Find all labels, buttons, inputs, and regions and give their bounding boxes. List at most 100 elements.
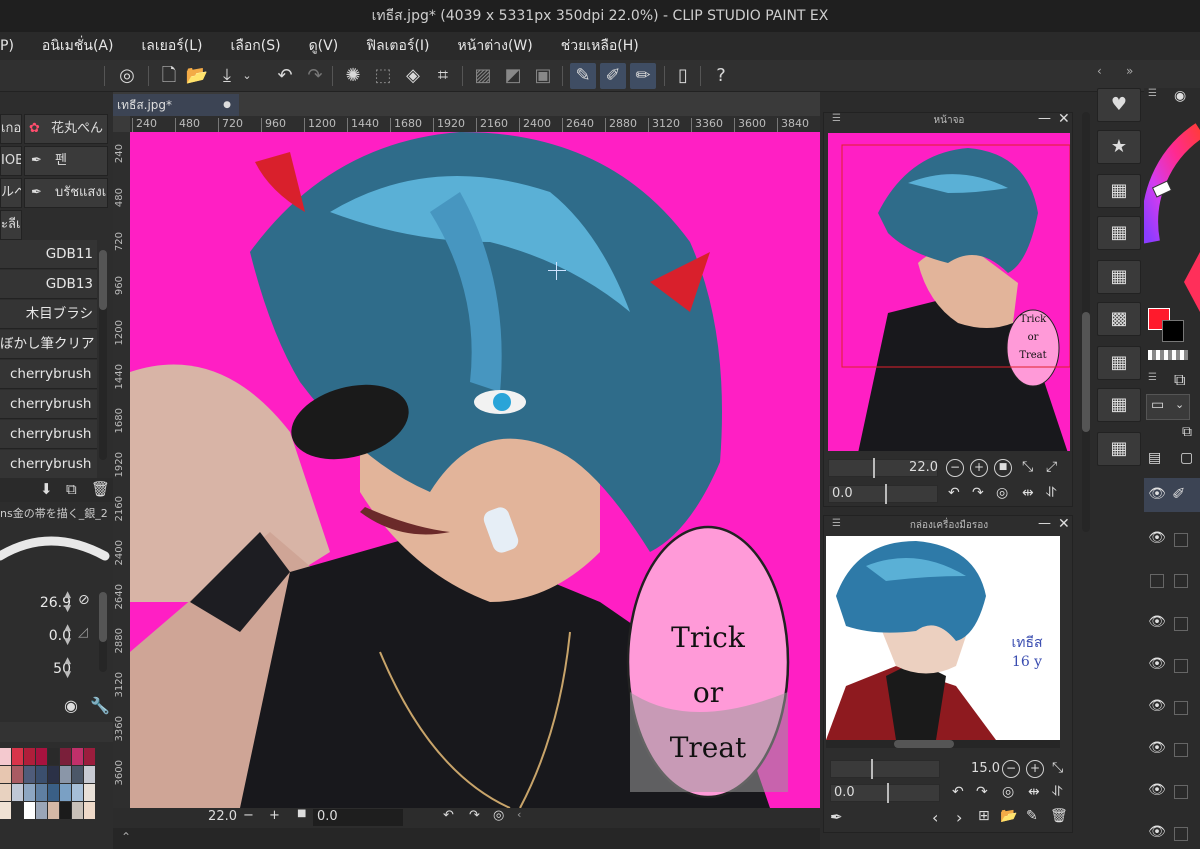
- menu-item-filter[interactable]: ฟิลเตอร์(I): [366, 35, 429, 57]
- scrollbar-thumb[interactable]: [1082, 312, 1090, 432]
- color-swatch[interactable]: [72, 784, 83, 801]
- menu-item-window[interactable]: หน้าต่าง(W): [458, 35, 533, 57]
- drag-handle-icon[interactable]: ☰: [1148, 88, 1157, 99]
- sub-tool-tile-3[interactable]: IOB: [0, 146, 22, 176]
- scrollbar[interactable]: [1082, 112, 1090, 532]
- layer-checkbox[interactable]: [1174, 533, 1188, 547]
- color-swatch[interactable]: [72, 802, 83, 819]
- download-icon[interactable]: ⬇: [40, 480, 53, 498]
- minimize-icon[interactable]: —: [1038, 111, 1051, 126]
- color-wheel[interactable]: [1144, 122, 1200, 312]
- sub-tool-tile-2[interactable]: ✿ 花丸ぺん: [24, 114, 108, 144]
- blend-mode-select[interactable]: ▭ ⌄: [1146, 394, 1190, 420]
- color-set-palette[interactable]: [0, 748, 98, 828]
- list-item[interactable]: ぼかし筆クリア: [0, 330, 97, 359]
- color-swatch[interactable]: [48, 784, 59, 801]
- color-swatch[interactable]: [36, 802, 47, 819]
- list-item[interactable]: GDB13: [0, 270, 97, 299]
- visibility-eye-icon[interactable]: 👁: [1146, 824, 1168, 840]
- open-folder-icon[interactable]: 📂: [1000, 808, 1017, 824]
- sub-view-zoom-slider[interactable]: [830, 759, 940, 779]
- sub-tool-tile-1[interactable]: เกอ: [0, 114, 22, 144]
- document-tab[interactable]: เทธีส.jpg* ●: [113, 94, 239, 116]
- menu-item-view[interactable]: ดู(V): [309, 35, 339, 57]
- color-swatch[interactable]: [84, 802, 95, 819]
- sub-view-image[interactable]: เทธีส 16 y: [826, 536, 1060, 740]
- duplicate-icon[interactable]: ⧉: [66, 480, 77, 498]
- smartphone-icon[interactable]: ▯: [670, 63, 696, 89]
- visibility-eye-icon[interactable]: 👁: [1146, 614, 1168, 630]
- minimize-icon[interactable]: —: [1038, 516, 1051, 531]
- wrench-icon[interactable]: 🔧: [90, 696, 110, 715]
- open-folder-icon[interactable]: 📂: [184, 63, 210, 89]
- color-swatch[interactable]: [12, 784, 23, 801]
- rotate-right-icon[interactable]: ↷: [972, 485, 984, 501]
- edit-icon[interactable]: ✎: [1026, 808, 1038, 824]
- color-wheel-tab-icon[interactable]: ◉: [1174, 88, 1186, 104]
- scrollbar-thumb[interactable]: [99, 592, 107, 642]
- flip-horizontal-icon[interactable]: ⇹: [1022, 485, 1034, 501]
- color-swatch[interactable]: [0, 748, 11, 765]
- color-set-tabs[interactable]: [0, 722, 113, 742]
- fit-icon[interactable]: ■: [297, 808, 306, 819]
- visibility-eye-icon[interactable]: 👁: [1146, 698, 1168, 714]
- visibility-eye-icon[interactable]: 👁: [1146, 530, 1168, 546]
- rotate-left-icon[interactable]: ↶: [952, 784, 964, 800]
- chevron-right-icon[interactable]: ›: [956, 808, 962, 827]
- brush-size-toggle-icon[interactable]: ⊘: [78, 592, 90, 608]
- scrollbar-thumb[interactable]: [894, 740, 954, 748]
- clip-studio-icon[interactable]: ◎: [114, 63, 140, 89]
- grid-icon[interactable]: ⊞: [978, 808, 990, 824]
- color-swatch[interactable]: [84, 784, 95, 801]
- visibility-eye-icon[interactable]: 👁: [1146, 782, 1168, 798]
- drag-handle-icon[interactable]: ☰: [1148, 372, 1157, 383]
- layer-checkbox[interactable]: [1174, 659, 1188, 673]
- sub-tool-tile-5[interactable]: ルペ: [0, 178, 22, 208]
- list-item[interactable]: cherrybrush: [0, 450, 97, 479]
- layer-checkbox[interactable]: [1150, 574, 1164, 588]
- menu-item-layer[interactable]: เลเยอร์(L): [141, 35, 202, 57]
- fit-screen-icon[interactable]: ⤢: [1046, 459, 1057, 475]
- spinner-icon[interactable]: ▲ ▼: [64, 588, 71, 616]
- color-swatch[interactable]: [0, 766, 11, 783]
- color-swatch[interactable]: [60, 766, 71, 783]
- actual-size-icon[interactable]: ⤡: [1022, 459, 1033, 475]
- rotate-right-icon[interactable]: ↷: [469, 808, 480, 823]
- favorite-icon[interactable]: ♥: [1097, 88, 1141, 122]
- undo-icon[interactable]: ↶: [272, 63, 298, 89]
- pen-line-icon[interactable]: ✏: [630, 63, 656, 89]
- color-swatch[interactable]: [0, 802, 11, 819]
- pen-brush-icon[interactable]: ✐: [600, 63, 626, 89]
- loading-icon[interactable]: ✺: [340, 63, 366, 89]
- crop-icon[interactable]: ▣: [530, 63, 556, 89]
- layer-checkbox[interactable]: [1174, 617, 1188, 631]
- chevron-up-icon[interactable]: ⌃: [121, 830, 131, 844]
- palette-panel-icon[interactable]: ▦: [1097, 216, 1141, 250]
- collapse-icon[interactable]: ‹: [1097, 64, 1102, 78]
- eyedropper-icon[interactable]: ✒: [830, 808, 843, 826]
- reset-rotation-icon[interactable]: ◎: [996, 485, 1008, 501]
- palette-panel-icon[interactable]: ▦: [1097, 388, 1141, 422]
- list-item[interactable]: cherrybrush: [0, 420, 97, 449]
- visibility-eye-icon[interactable]: 👁: [1146, 486, 1168, 502]
- spinner-icon[interactable]: ▲ ▼: [64, 654, 71, 682]
- visibility-eye-icon[interactable]: 👁: [1146, 740, 1168, 756]
- color-swatch[interactable]: [36, 748, 47, 765]
- menu-item-help[interactable]: ช่วยเหลือ(H): [561, 35, 639, 57]
- help-icon[interactable]: ?: [708, 63, 734, 89]
- close-icon[interactable]: ✕: [1058, 111, 1070, 127]
- color-swatch[interactable]: [12, 802, 23, 819]
- navigator-preview[interactable]: Trick or Treat: [828, 133, 1070, 451]
- scrollbar-thumb[interactable]: [99, 250, 107, 310]
- sub-tool-tile-7[interactable]: ะลีเ: [0, 210, 22, 240]
- zoom-in-icon[interactable]: +: [970, 459, 988, 477]
- color-swatch[interactable]: [60, 748, 71, 765]
- zoom-in-icon[interactable]: +: [269, 808, 280, 823]
- layer-checkbox[interactable]: [1174, 827, 1188, 841]
- chevron-left-icon[interactable]: ‹: [517, 808, 521, 821]
- flip-horizontal-icon[interactable]: ⇹: [1028, 784, 1040, 800]
- rotate-right-icon[interactable]: ↷: [976, 784, 988, 800]
- flip-vertical-icon[interactable]: ⥯: [1046, 485, 1056, 501]
- density-field[interactable]: 50 ▲ ▼: [0, 654, 97, 684]
- rotate-left-icon[interactable]: ↶: [948, 485, 960, 501]
